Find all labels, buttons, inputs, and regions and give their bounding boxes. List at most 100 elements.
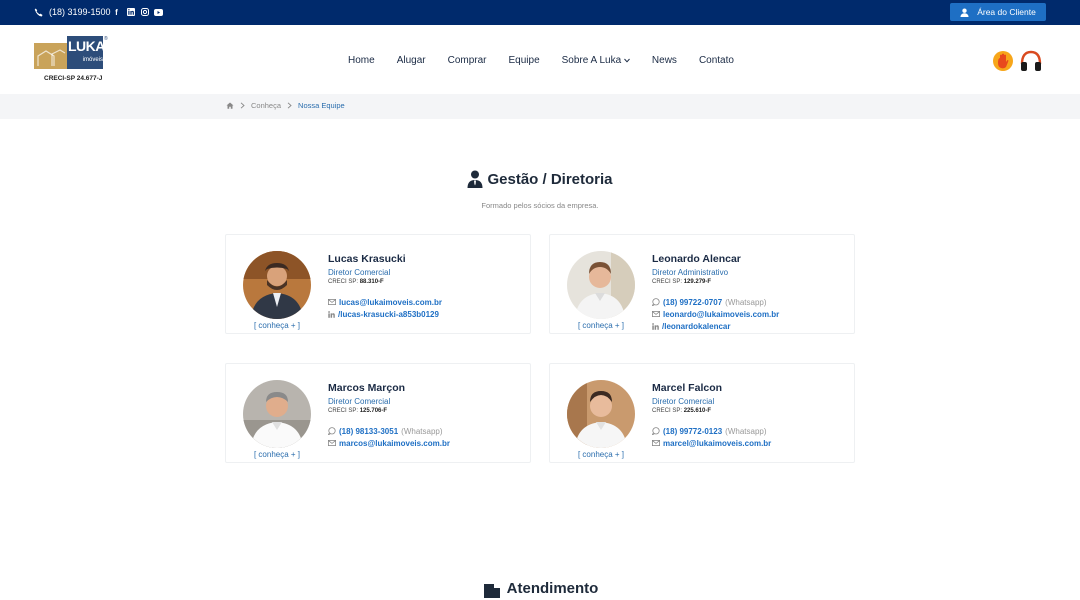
topbar-phone-number: (18) 3199-1500 [49,7,111,17]
accessibility-hand-icon[interactable] [992,50,1014,72]
chevron-down-icon [624,58,630,63]
member-linkedin[interactable]: /lucas-krasucki-a853b0129 [328,308,528,320]
member-info: Marcos Marçon Diretor Comercial CRECI SP… [328,382,528,449]
member-whatsapp[interactable]: (18) 99722-0707 (Whatsapp) [652,296,852,308]
linkedin-icon [652,322,659,330]
nav-sobre-a-luka[interactable]: Sobre A Luka [562,55,630,66]
phone-text: (18) 99772-0123 [663,426,723,436]
member-name: Marcel Falcon [652,382,723,394]
team-card-marcos: [ conheça + ] Marcos Marçon Diretor Come… [225,363,531,463]
member-email[interactable]: marcel@lukaimoveis.com.br [652,437,852,449]
user-icon [960,8,969,17]
breadcrumb-bar: Conheça Nossa Equipe [0,94,1080,119]
gestao-title-text: Gestão / Diretoria [487,170,613,188]
door-icon [483,584,500,598]
email-text: lucas@lukaimoveis.com.br [339,297,442,307]
member-creci: CRECI SP: 125.706-F [328,408,528,419]
nav-sobre-label: Sobre A Luka [561,54,622,66]
nav-home[interactable]: Home [348,55,375,66]
breadcrumb-conheca[interactable]: Conheça [251,101,281,110]
linkedin-text: /leonardokalencar [662,321,731,331]
area-do-cliente-button[interactable]: Área do Cliente [950,3,1046,21]
member-info: Lucas Krasucki Diretor Comercial CRECI S… [328,253,528,320]
email-text: leonardo@lukaimoveis.com.br [663,309,780,319]
envelope-icon [652,440,660,446]
email-text: marcos@lukaimoveis.com.br [339,438,450,448]
headphones-icon[interactable] [1020,49,1042,73]
logo-name: LUKA [68,38,105,54]
home-icon[interactable] [226,102,234,109]
section-title-gestao: Gestão / Diretoria [0,170,1080,188]
member-linkedin[interactable]: /leonardokalencar [652,320,852,332]
phone-text: (18) 98133-3051 [339,426,399,436]
team-card-marcel: [ conheça + ] Marcel Falcon Diretor Come… [549,363,855,463]
section-subtitle-gestao: Formado pelos sócios da empresa. [481,201,599,210]
atendimento-title-text: Atendimento [506,580,599,597]
nav-equipe[interactable]: Equipe [509,55,540,66]
logo-subtitle: imóveis [82,57,103,63]
member-whatsapp[interactable]: (18) 98133-3051 (Whatsapp) [328,425,528,437]
nav-news[interactable]: News [652,55,677,66]
member-creci: CRECI SP: 129.279-F [652,279,852,290]
member-name: Lucas Krasucki [328,253,406,265]
chevron-right-icon [287,102,292,109]
member-email[interactable]: lucas@lukaimoveis.com.br [328,296,528,308]
creci-label: CRECI SP: [328,279,359,285]
logo-creci: CRECI-SP 24.677-J [44,75,103,82]
member-role: Diretor Comercial [328,268,391,277]
creci-number: 225.610-F [683,408,712,414]
phone-tag: (Whatsapp) [725,297,767,307]
phone-tag: (Whatsapp) [401,426,443,436]
creci-number: 125.706-F [359,408,388,414]
breadcrumb-nossa-equipe: Nossa Equipe [298,101,345,110]
creci-number: 88.310-F [359,279,384,285]
facebook-icon[interactable]: f [112,8,121,17]
topbar-phone[interactable]: (18) 3199-1500 [34,3,111,21]
member-email[interactable]: marcos@lukaimoveis.com.br [328,437,528,449]
member-whatsapp[interactable]: (18) 99772-0123 (Whatsapp) [652,425,852,437]
top-bar: (18) 3199-1500 f Área do Cliente [0,0,1080,25]
site-header: LUKA imóveis ® CRECI-SP 24.677-J Home Al… [0,25,1080,94]
avatar-photo[interactable] [243,251,311,319]
instagram-icon[interactable] [140,8,149,17]
whatsapp-icon [652,427,660,435]
manager-icon [467,170,483,188]
envelope-icon [652,311,660,317]
member-role: Diretor Comercial [652,397,715,406]
phone-tag: (Whatsapp) [725,426,767,436]
avatar-photo[interactable] [567,251,635,319]
member-name: Leonardo Alencar [652,253,741,265]
member-email[interactable]: leonardo@lukaimoveis.com.br [652,308,852,320]
creci-label: CRECI SP: [328,408,359,414]
team-card-lucas: [ conheça + ] Lucas Krasucki Diretor Com… [225,234,531,334]
social-links: f [112,4,163,20]
conheca-link[interactable]: [ conheça + ] [226,450,328,459]
phone-text: (18) 99722-0707 [663,297,723,307]
linkedin-icon[interactable] [126,8,135,17]
member-info: Leonardo Alencar Diretor Administrativo … [652,253,852,332]
luka-logo[interactable]: LUKA imóveis ® CRECI-SP 24.677-J [34,36,108,86]
avatar-photo[interactable] [243,380,311,448]
nav-contato[interactable]: Contato [699,55,734,66]
envelope-icon [328,299,336,305]
member-info: Marcel Falcon Diretor Comercial CRECI SP… [652,382,852,449]
whatsapp-icon [652,298,660,306]
creci-label: CRECI SP: [652,408,683,414]
envelope-icon [328,440,336,446]
youtube-icon[interactable] [154,8,163,17]
nav-alugar[interactable]: Alugar [397,55,426,66]
conheca-link[interactable]: [ conheça + ] [550,321,652,330]
avatar-photo[interactable] [567,380,635,448]
creci-label: CRECI SP: [652,279,683,285]
conheca-link[interactable]: [ conheça + ] [226,321,328,330]
team-card-leonardo: [ conheça + ] Leonardo Alencar Diretor A… [549,234,855,334]
whatsapp-icon [328,427,336,435]
chevron-right-icon [240,102,245,109]
area-do-cliente-label: Área do Cliente [977,7,1036,17]
creci-number: 129.279-F [683,279,712,285]
member-role: Diretor Administrativo [652,268,729,277]
nav-comprar[interactable]: Comprar [448,55,487,66]
conheca-link[interactable]: [ conheça + ] [550,450,652,459]
member-name: Marcos Marçon [328,382,406,394]
member-creci: CRECI SP: 225.610-F [652,408,852,419]
